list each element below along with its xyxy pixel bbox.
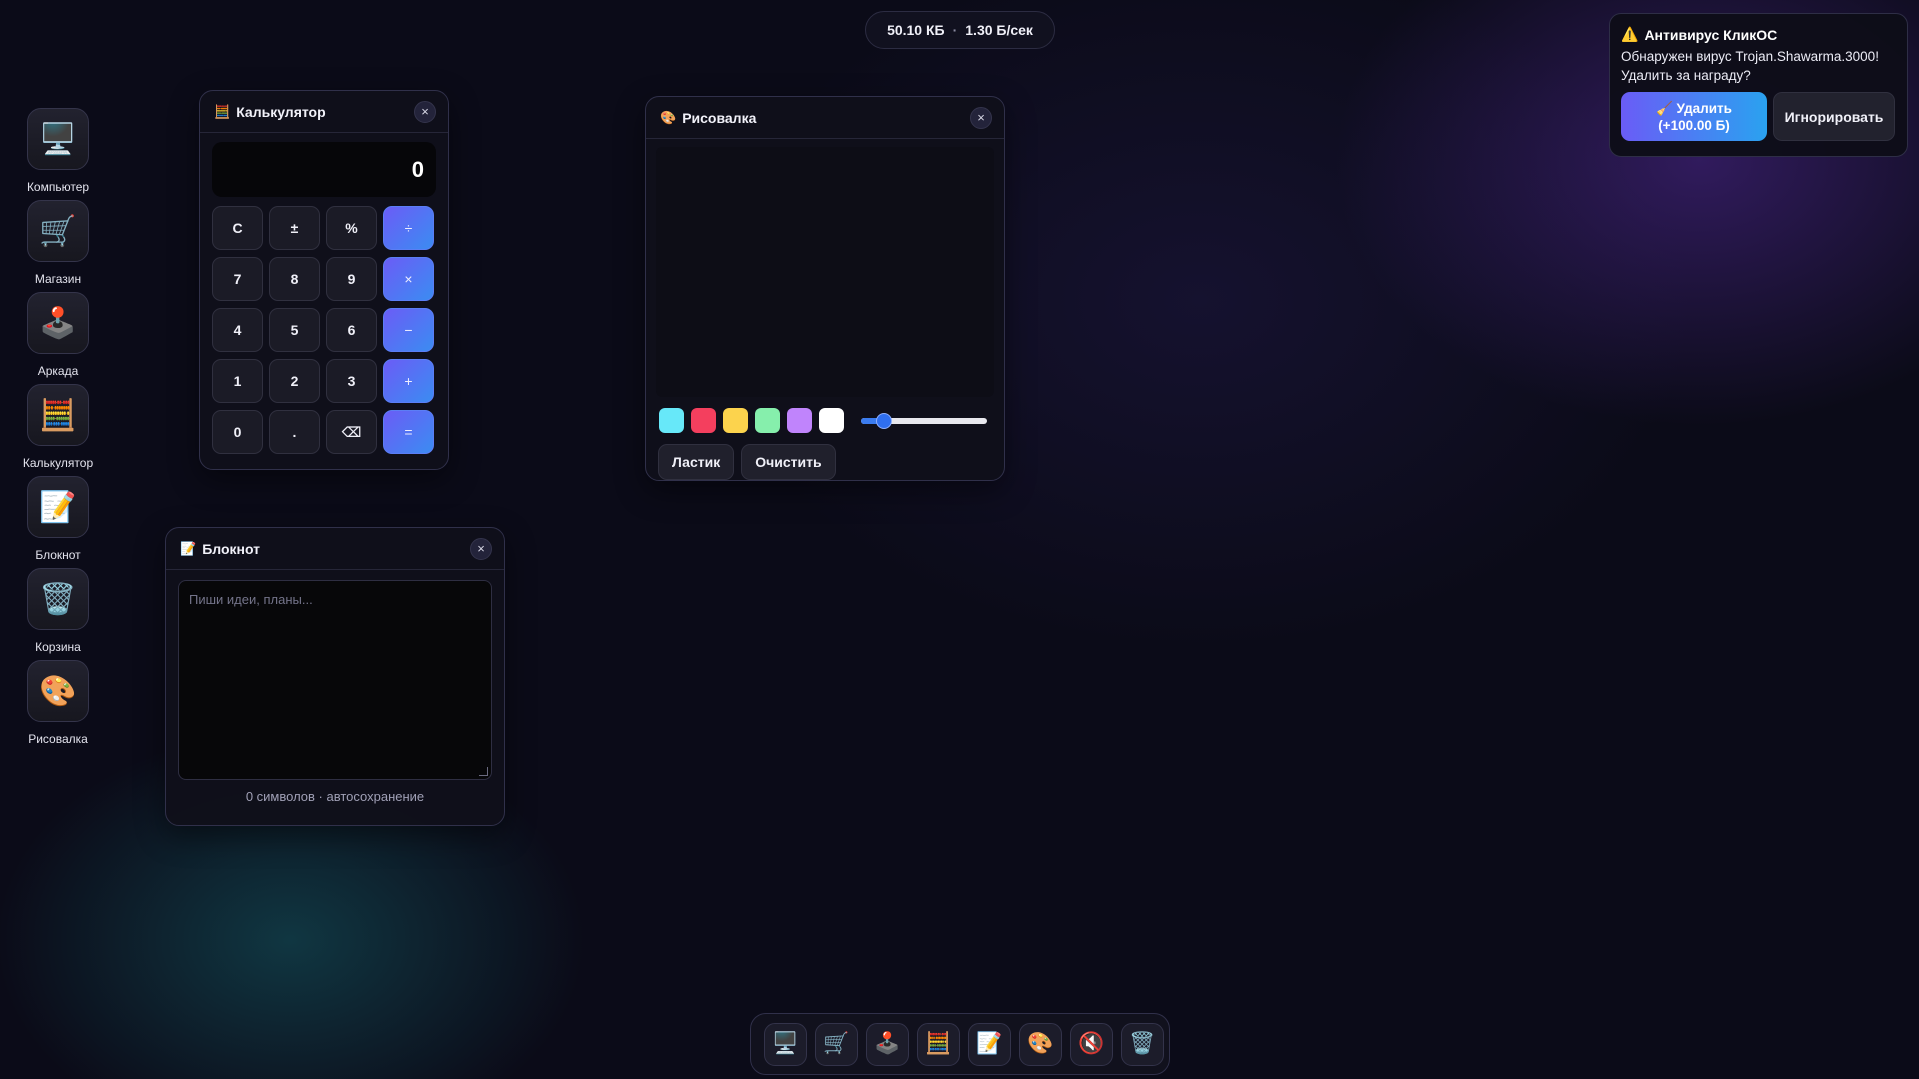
key-equals[interactable]: =: [383, 410, 434, 454]
mute-icon[interactable]: 🔇: [1070, 1022, 1113, 1066]
brush-size-slider[interactable]: [861, 412, 987, 429]
color-swatch-cyan[interactable]: [659, 408, 684, 433]
key-percent[interactable]: %: [326, 206, 377, 250]
key-3[interactable]: 3: [326, 359, 377, 403]
remove-virus-button[interactable]: 🧹 Удалить (+100.00 Б): [1621, 92, 1767, 141]
key-2[interactable]: 2: [269, 359, 320, 403]
abacus-icon[interactable]: 🧮: [917, 1022, 960, 1066]
remove-virus-label: 🧹 Удалить: [1656, 100, 1732, 116]
key-8[interactable]: 8: [269, 257, 320, 301]
key-7[interactable]: 7: [212, 257, 263, 301]
color-swatch-green[interactable]: [755, 408, 780, 433]
eraser-button[interactable]: Ластик: [658, 444, 735, 480]
color-swatch-white[interactable]: [819, 408, 844, 433]
key-add[interactable]: +: [383, 359, 434, 403]
desktop-icon-trash[interactable]: 🗑️ Корзина: [18, 568, 98, 654]
desktop-icon-label: Компьютер: [26, 180, 90, 194]
memo-icon: 📝: [27, 476, 89, 538]
key-1[interactable]: 1: [212, 359, 263, 403]
desktop-icon-label: Калькулятор: [22, 456, 94, 470]
joystick-icon: 🕹️: [27, 292, 89, 354]
calculator-titlebar[interactable]: 🧮 Калькулятор ×: [200, 91, 448, 133]
key-clear[interactable]: C: [212, 206, 263, 250]
notepad-placeholder: Пиши идеи, планы...: [189, 592, 313, 607]
palette-icon[interactable]: 🎨: [1019, 1022, 1062, 1066]
notification-title: Антивирус КликОС: [1644, 26, 1778, 43]
calculator-display: 0: [212, 142, 436, 197]
key-plus-minus[interactable]: ±: [269, 206, 320, 250]
desktop-icon-label: Аркада: [37, 364, 79, 378]
trash-icon: 🗑️: [27, 568, 89, 630]
window-title: Калькулятор: [236, 103, 326, 120]
notepad-window: 📝 Блокнот × Пиши идеи, планы... 0 символ…: [165, 527, 505, 826]
antivirus-notification: ⚠️ Антивирус КликОС Обнаружен вирус Troj…: [1609, 13, 1908, 157]
rate-value: 1.30 Б/сек: [965, 22, 1033, 38]
key-5[interactable]: 5: [269, 308, 320, 352]
abacus-icon: 🧮: [27, 384, 89, 446]
trash-icon[interactable]: 🗑️: [1121, 1022, 1164, 1066]
desktop-icon-label: Магазин: [34, 272, 82, 286]
color-palette: [646, 397, 1004, 434]
calculator-window: 🧮 Калькулятор × 0 C ± % ÷ 7 8 9 × 4 5 6 …: [199, 90, 449, 470]
desktop-icon-paint[interactable]: 🎨 Рисовалка: [18, 660, 98, 746]
shopping-cart-icon: 🛒: [27, 200, 89, 262]
shopping-cart-icon[interactable]: 🛒: [815, 1022, 858, 1066]
key-multiply[interactable]: ×: [383, 257, 434, 301]
drawing-canvas[interactable]: [656, 147, 994, 397]
desktop-icon-label: Корзина: [35, 640, 81, 654]
key-4[interactable]: 4: [212, 308, 263, 352]
palette-icon: 🎨: [660, 109, 677, 125]
key-decimal[interactable]: .: [269, 410, 320, 454]
dock: 🖥️ 🛒 🕹️ 🧮 📝 🎨 🔇 🗑️: [750, 1013, 1170, 1075]
calculator-keypad: C ± % ÷ 7 8 9 × 4 5 6 − 1 2 3 + 0 . ⌫ =: [212, 206, 436, 454]
clear-button[interactable]: Очистить: [741, 444, 836, 480]
remove-virus-reward: (+100.00 Б): [1658, 117, 1730, 133]
paint-window: 🎨 Рисовалка × Ластик Очистить: [645, 96, 1005, 481]
notepad-titlebar[interactable]: 📝 Блокнот ×: [166, 528, 504, 570]
close-button[interactable]: ×: [414, 100, 436, 123]
key-0[interactable]: 0: [212, 410, 263, 454]
resize-grip-icon[interactable]: [479, 767, 488, 776]
desktop-icon-computer[interactable]: 🖥️ Компьютер: [18, 108, 98, 194]
color-swatch-red[interactable]: [691, 408, 716, 433]
desktop-icon-shop[interactable]: 🛒 Магазин: [18, 200, 98, 286]
key-divide[interactable]: ÷: [383, 206, 434, 250]
memo-icon: 📝: [180, 540, 197, 556]
key-backspace[interactable]: ⌫: [326, 410, 377, 454]
brush-size-thumb[interactable]: [875, 412, 892, 429]
ignore-button[interactable]: Игнорировать: [1773, 92, 1895, 141]
key-subtract[interactable]: −: [383, 308, 434, 352]
desktop-icon-label: Блокнот: [35, 548, 81, 562]
notepad-textarea[interactable]: Пиши идеи, планы...: [178, 580, 492, 780]
color-swatch-purple[interactable]: [787, 408, 812, 433]
notepad-status: 0 символов · автосохранение: [245, 789, 425, 804]
key-9[interactable]: 9: [326, 257, 377, 301]
close-button[interactable]: ×: [970, 106, 992, 129]
computer-icon[interactable]: 🖥️: [764, 1022, 807, 1066]
desktop-icon-notepad[interactable]: 📝 Блокнот: [18, 476, 98, 562]
window-title: Рисовалка: [682, 109, 757, 126]
window-title: Блокнот: [202, 540, 261, 557]
computer-icon: 🖥️: [27, 108, 89, 170]
desktop-icon-label: Рисовалка: [28, 732, 88, 746]
status-bar: 50.10 КБ · 1.30 Б/сек: [865, 11, 1055, 49]
palette-icon: 🎨: [27, 660, 89, 722]
abacus-icon: 🧮: [214, 103, 231, 119]
desktop-icon-arcade[interactable]: 🕹️ Аркада: [18, 292, 98, 378]
color-swatch-yellow[interactable]: [723, 408, 748, 433]
storage-value: 50.10 КБ: [887, 22, 945, 38]
key-6[interactable]: 6: [326, 308, 377, 352]
joystick-icon[interactable]: 🕹️: [866, 1022, 909, 1066]
paint-titlebar[interactable]: 🎨 Рисовалка ×: [646, 97, 1004, 139]
close-button[interactable]: ×: [470, 537, 492, 560]
status-separator: ·: [952, 22, 958, 38]
warning-icon: ⚠️: [1621, 26, 1639, 42]
memo-icon[interactable]: 📝: [968, 1022, 1011, 1066]
notification-message: Обнаружен вирус Trojan.Shawarma.3000! Уд…: [1621, 49, 1879, 83]
desktop-icon-calculator[interactable]: 🧮 Калькулятор: [18, 384, 98, 470]
